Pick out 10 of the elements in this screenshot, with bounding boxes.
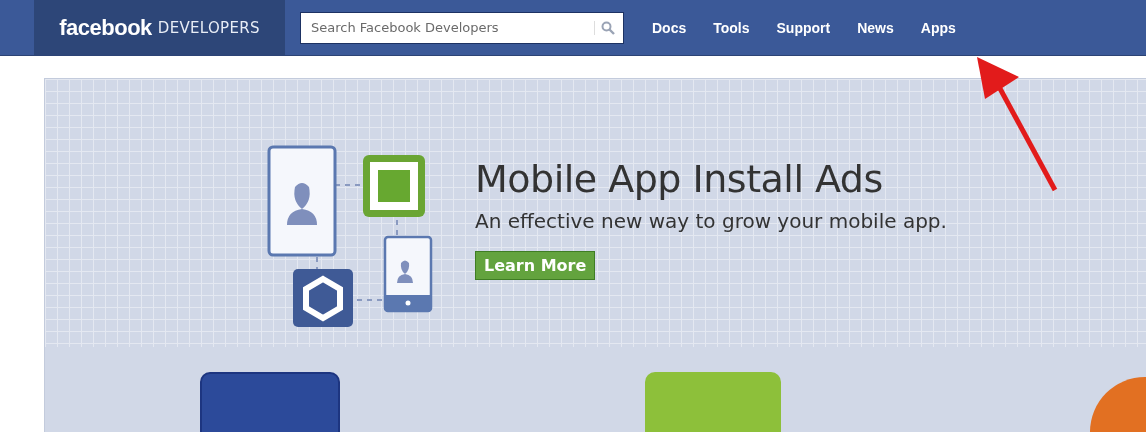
nav-link[interactable]: News xyxy=(857,19,894,36)
nav-link[interactable]: Support xyxy=(776,19,831,36)
nav-link[interactable]: Apps xyxy=(920,19,956,36)
banner-subtitle: An effective new way to grow your mobile app. xyxy=(475,209,947,233)
nav-link[interactable]: Tools xyxy=(713,19,750,36)
search-icon[interactable] xyxy=(594,20,615,35)
nav-link[interactable]: Docs xyxy=(652,19,687,36)
banner-title: Mobile App Install Ads xyxy=(475,157,884,201)
logo[interactable]: facebook DEVELOPERS xyxy=(34,0,285,55)
search-field[interactable]: Search Facebook Developers xyxy=(300,11,624,44)
